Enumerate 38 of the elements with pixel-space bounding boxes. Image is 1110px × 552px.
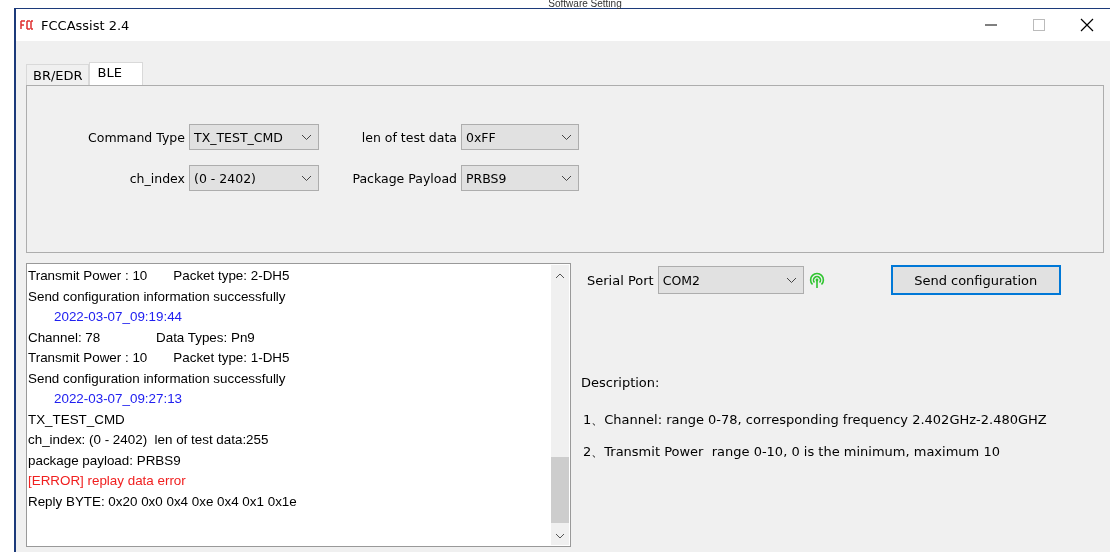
description-item: 1、Channel: range 0-78, corresponding frequency 2.402GHz-2.480GHZ [583, 411, 1048, 429]
field-label: Package Payload [352, 170, 457, 186]
log-line: Reply BYTE: 0x20 0x0 0x4 0xe 0x4 0x1 0x1e [28, 492, 298, 511]
field-label: Command Type [88, 129, 185, 145]
log-line: Send configuration information successfully [28, 369, 287, 388]
dropdown[interactable]: 0xFF [461, 124, 579, 150]
tab[interactable]: BR/EDR [26, 64, 89, 85]
caret-icon [301, 133, 312, 141]
log-line: Channel: 78 Data Types: Pn9 [28, 328, 256, 347]
description-item: 2、Transmit Power range 0-10, 0 is the minimum, maximum 10 [583, 443, 1001, 461]
close-icon[interactable] [1080, 18, 1094, 32]
tab[interactable]: BLE [88, 62, 143, 85]
log-line: ch_index: (0 - 2402) len of test data:255 [28, 431, 270, 449]
log-line: Transmit Power : 10 Packet type: 2-DH5 [28, 267, 291, 285]
caret-icon [561, 174, 572, 182]
log-timestamp: 2022-03-07_09:27:13 [53, 390, 184, 408]
dropdown[interactable]: (0 - 2402) [189, 165, 319, 191]
log-timestamp: 2022-03-07_09:19:44 [53, 308, 184, 326]
caret-icon [561, 133, 572, 141]
dropdown[interactable]: TX_TEST_CMD [189, 124, 319, 150]
field-label: ch_index [129, 170, 185, 186]
caret-icon [785, 276, 797, 284]
dropdown[interactable]: COM2 [657, 266, 804, 294]
error-line: [ERROR] replay data error [28, 472, 187, 490]
log-line: Send configuration information successfully [28, 287, 287, 306]
caret-icon [301, 174, 312, 182]
dropdown[interactable]: PRBS9 [461, 165, 579, 191]
app-logo-icon [20, 20, 34, 30]
send-configuration-button[interactable]: Send configuration [890, 265, 1061, 295]
scroll-bar[interactable] [551, 265, 569, 545]
log-line: package payload: PRBS9 [28, 451, 182, 470]
log-line: Transmit Power : 10 Packet type: 1-DH5 [28, 349, 291, 367]
page-caption: Software Setting [547, 0, 623, 8]
description-title: Description: [581, 375, 661, 390]
field-label: len of test data [361, 129, 457, 145]
field-label: Serial Port [587, 272, 654, 288]
window-title: FCCAssist 2.4 [41, 17, 130, 33]
log-line: TX_TEST_CMD [28, 410, 126, 429]
